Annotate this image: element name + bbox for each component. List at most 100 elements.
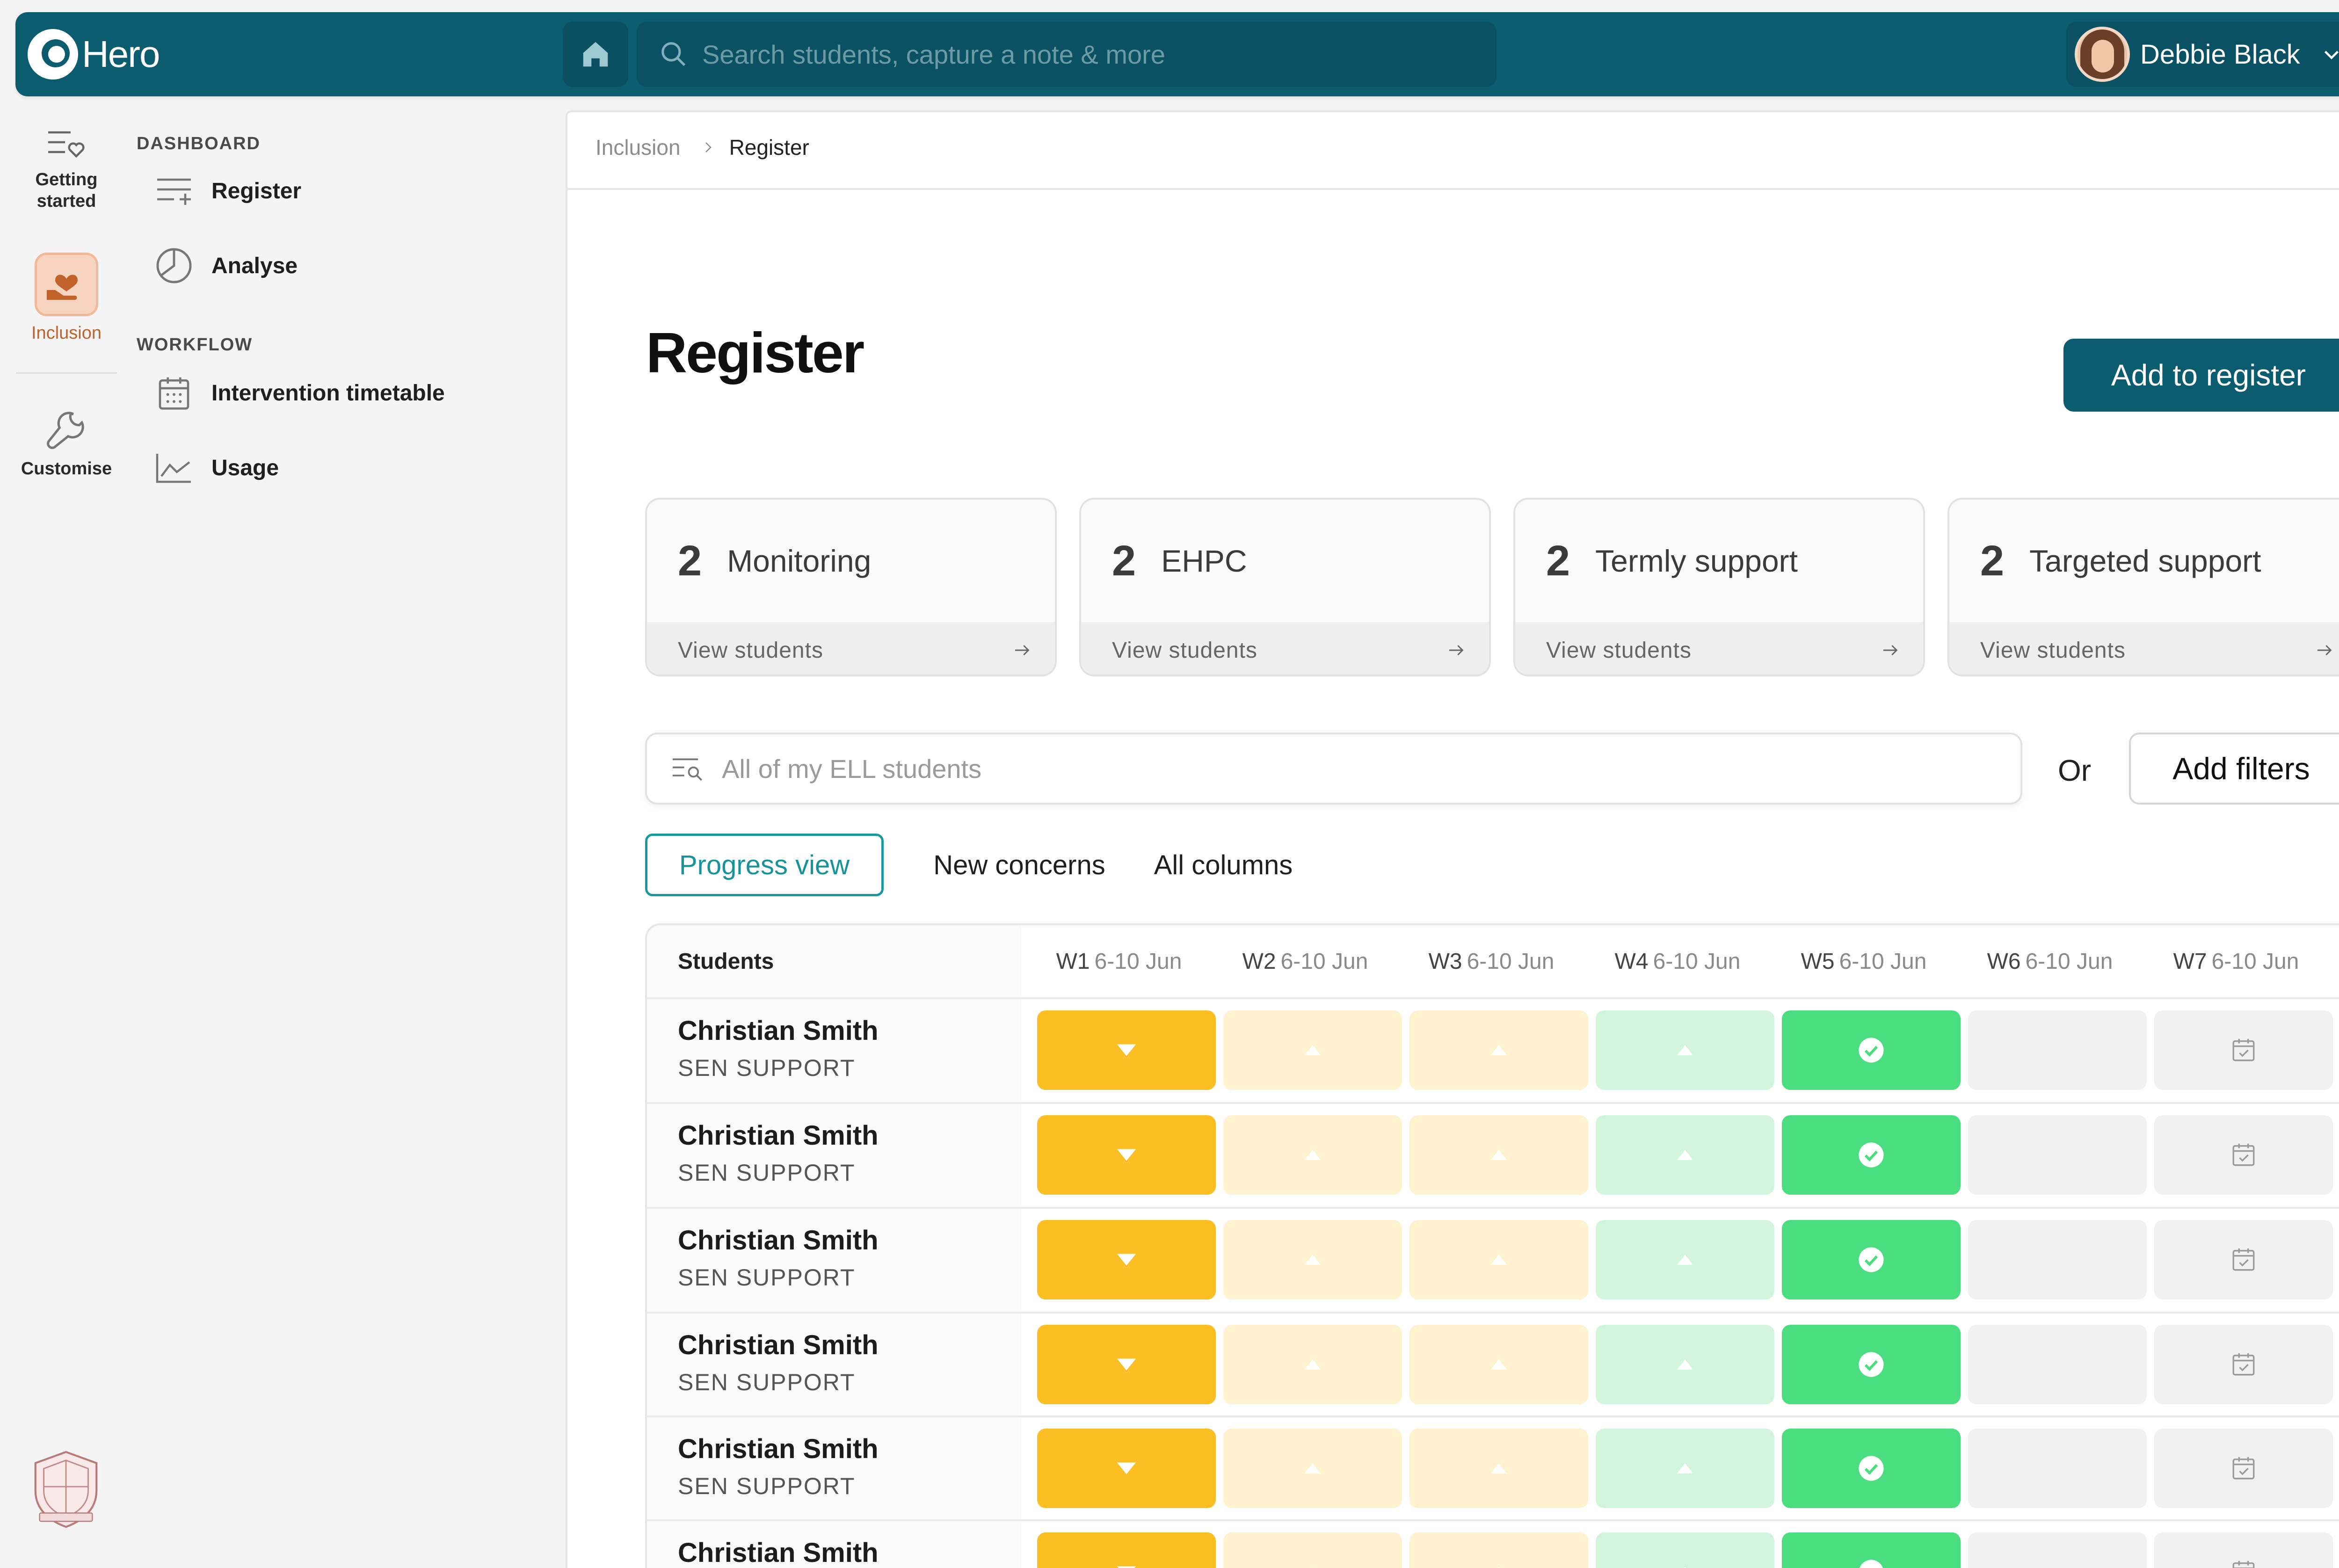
- progress-cell-down[interactable]: [1037, 1010, 1216, 1090]
- arrow-down-icon: [1117, 1149, 1136, 1161]
- view-students-link[interactable]: View students: [647, 622, 1055, 675]
- progress-cell-down[interactable]: [1037, 1115, 1216, 1195]
- progress-cell-up-green-light[interactable]: [1596, 1010, 1774, 1090]
- view-students-link[interactable]: View students: [1081, 622, 1489, 675]
- progress-cell-down[interactable]: [1037, 1220, 1216, 1299]
- progress-cell-calendar[interactable]: [2154, 1532, 2333, 1568]
- student-cell[interactable]: Christian SmithSEN SUPPORT: [647, 999, 1021, 1102]
- table-row[interactable]: Christian SmithSEN SUPPORT: [647, 997, 2339, 1102]
- progress-cell-calendar[interactable]: [2154, 1325, 2333, 1404]
- progress-cell-empty[interactable]: [1968, 1010, 2147, 1090]
- student-cell[interactable]: Christian SmithSEN SUPPORT: [647, 1314, 1021, 1416]
- stat-card-ehpc[interactable]: 2 EHPC View students: [1079, 498, 1491, 676]
- tab-all-columns[interactable]: All columns: [1139, 834, 1308, 896]
- global-search[interactable]: [637, 22, 1496, 87]
- home-button[interactable]: [563, 22, 628, 87]
- hero-logo[interactable]: Hero: [28, 29, 160, 80]
- progress-cell-up-light[interactable]: [1409, 1010, 1588, 1090]
- progress-cell-up-light[interactable]: [1409, 1115, 1588, 1195]
- nav-usage[interactable]: Usage: [153, 447, 279, 488]
- progress-cell-up-green-light[interactable]: [1596, 1532, 1774, 1568]
- student-name: Christian Smith: [678, 1225, 879, 1256]
- table-row[interactable]: Christian SmithSEN SUPPORT: [647, 1207, 2339, 1312]
- progress-cell-up-light[interactable]: [1223, 1429, 1402, 1508]
- student-name: Christian Smith: [678, 1330, 879, 1360]
- arrow-up-icon: [1677, 1045, 1693, 1055]
- progress-cell-up-light[interactable]: [1409, 1532, 1588, 1568]
- week-header: W7 6-10 Jun: [2173, 949, 2299, 974]
- progress-cell-up-green-light[interactable]: [1596, 1220, 1774, 1299]
- progress-cell-check[interactable]: [1782, 1429, 1961, 1508]
- progress-cell-empty[interactable]: [1968, 1532, 2147, 1568]
- rail-inclusion[interactable]: Inclusion: [16, 253, 117, 344]
- arrow-up-icon: [1490, 1150, 1507, 1160]
- progress-cell-up-green-light[interactable]: [1596, 1325, 1774, 1404]
- progress-cell-up-green-light[interactable]: [1596, 1429, 1774, 1508]
- table-row[interactable]: Christian SmithSEN SUPPORT: [647, 1312, 2339, 1416]
- progress-cell-up-light[interactable]: [1409, 1429, 1588, 1508]
- nav-register[interactable]: Register: [153, 170, 301, 211]
- nav-intervention-timetable[interactable]: Intervention timetable: [153, 372, 445, 414]
- progress-cell-calendar[interactable]: [2154, 1220, 2333, 1299]
- table-row[interactable]: Christian SmithSEN SUPPORT: [647, 1416, 2339, 1520]
- search-input[interactable]: [702, 39, 1451, 70]
- progress-cell-up-light[interactable]: [1223, 1220, 1402, 1299]
- tab-new-concerns[interactable]: New concerns: [921, 834, 1118, 896]
- tab-progress-view[interactable]: Progress view: [645, 834, 884, 896]
- progress-cell-calendar[interactable]: [2154, 1010, 2333, 1090]
- progress-cell-check[interactable]: [1782, 1220, 1961, 1299]
- progress-cell-empty[interactable]: [1968, 1220, 2147, 1299]
- rail-customise[interactable]: Customise: [16, 409, 117, 480]
- progress-cell-up-light[interactable]: [1409, 1325, 1588, 1404]
- progress-cell-check[interactable]: [1782, 1532, 1961, 1568]
- view-students-link[interactable]: View students: [1515, 622, 1923, 675]
- progress-cell-up-light[interactable]: [1223, 1115, 1402, 1195]
- progress-cell-down[interactable]: [1037, 1429, 1216, 1508]
- progress-cell-down[interactable]: [1037, 1532, 1216, 1568]
- student-cell[interactable]: Christian SmithSEN SUPPORT: [647, 1104, 1021, 1207]
- progress-cell-up-light[interactable]: [1223, 1010, 1402, 1090]
- progress-cell-up-light[interactable]: [1409, 1220, 1588, 1299]
- view-students-link[interactable]: View students: [1949, 622, 2339, 675]
- progress-cell-empty[interactable]: [1968, 1325, 2147, 1404]
- progress-cell-calendar[interactable]: [2154, 1115, 2333, 1195]
- progress-cell-check[interactable]: [1782, 1010, 1961, 1090]
- week-header: W3 6-10 Jun: [1428, 949, 1554, 974]
- arrow-up-icon: [1684, 1567, 1686, 1568]
- table-row[interactable]: Christian SmithSEN SUPPORT: [647, 1102, 2339, 1207]
- progress-cell-check[interactable]: [1782, 1325, 1961, 1404]
- progress-cell-calendar[interactable]: [2154, 1429, 2333, 1508]
- student-name: Christian Smith: [678, 1434, 879, 1464]
- student-cell[interactable]: Christian SmithSEN SUPPORT: [647, 1417, 1021, 1520]
- student-filter[interactable]: [645, 733, 2022, 805]
- filter-input[interactable]: [722, 753, 1938, 784]
- stat-card-termly-support[interactable]: 2 Termly support View students: [1513, 498, 1925, 676]
- table-row[interactable]: Christian SmithSEN SUPPORT: [647, 1519, 2339, 1568]
- progress-cell-empty[interactable]: [1968, 1115, 2147, 1195]
- nav-analyse[interactable]: Analyse: [153, 245, 298, 286]
- view-students-label: View students: [1980, 638, 2126, 663]
- progress-cell-up-green-light[interactable]: [1596, 1115, 1774, 1195]
- user-menu[interactable]: Debbie Black: [2066, 22, 2339, 87]
- progress-cell-empty[interactable]: [1968, 1429, 2147, 1508]
- stat-card-monitoring[interactable]: 2 Monitoring View students: [645, 498, 1057, 676]
- progress-cell-check[interactable]: [1782, 1115, 1961, 1195]
- stat-label: EHPC: [1161, 544, 1247, 578]
- progress-cell-up-light[interactable]: [1223, 1325, 1402, 1404]
- progress-cell-up-light[interactable]: [1223, 1532, 1402, 1568]
- hero-logo-icon: [28, 29, 78, 80]
- rail-divider: [16, 372, 117, 374]
- add-to-register-button[interactable]: Add to register: [2063, 339, 2339, 412]
- or-label: Or: [2058, 754, 2092, 787]
- search-icon: [661, 42, 686, 66]
- arrow-up-icon: [1304, 1255, 1321, 1265]
- school-crest-icon: [34, 1451, 98, 1528]
- rail-getting-started[interactable]: Getting started: [16, 126, 117, 212]
- breadcrumb-parent[interactable]: Inclusion: [596, 135, 681, 160]
- student-cell[interactable]: Christian SmithSEN SUPPORT: [647, 1521, 1021, 1568]
- stat-card-targeted-support[interactable]: 2 Targeted support View students: [1947, 498, 2339, 676]
- progress-cell-down[interactable]: [1037, 1325, 1216, 1404]
- student-cell[interactable]: Christian SmithSEN SUPPORT: [647, 1209, 1021, 1312]
- add-filters-button[interactable]: Add filters: [2129, 733, 2339, 805]
- rail-getting-started-label: Getting started: [35, 170, 98, 211]
